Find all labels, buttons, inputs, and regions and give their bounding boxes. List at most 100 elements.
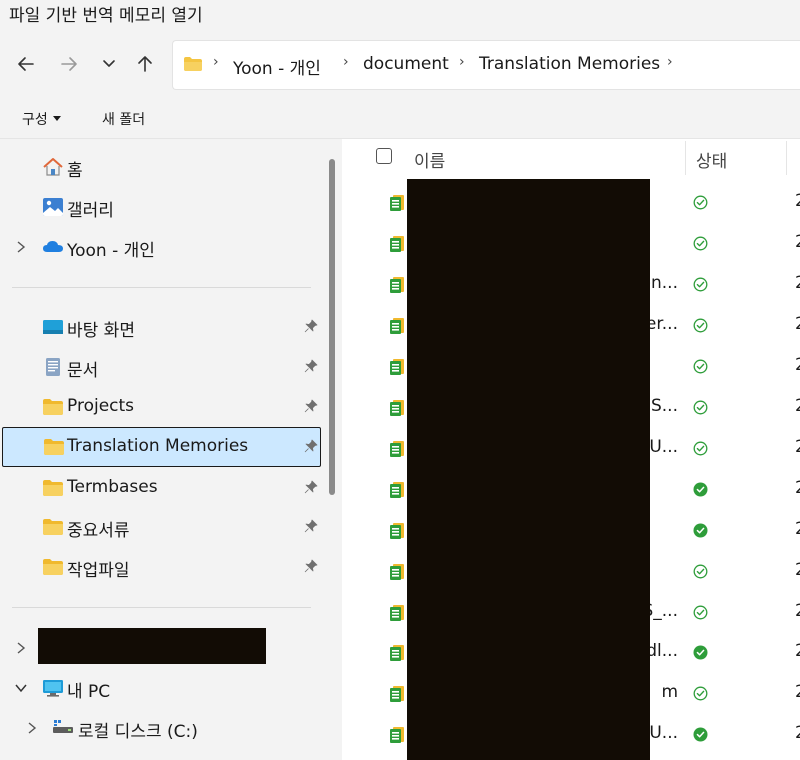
sidebar-item-onedrive[interactable]: Yoon - 개인 xyxy=(0,228,320,266)
sidebar-item-projects[interactable]: Projects xyxy=(0,388,320,426)
breadcrumb-translation-memories[interactable]: Translation Memories xyxy=(479,54,660,74)
redaction-block xyxy=(38,628,266,664)
file-date: 2 xyxy=(795,396,800,416)
redaction-block xyxy=(407,179,650,760)
forward-arrow-icon xyxy=(61,57,77,71)
pin-icon[interactable] xyxy=(304,480,318,494)
available-icon xyxy=(693,195,708,210)
folder-icon xyxy=(43,559,63,575)
available-icon xyxy=(693,359,708,374)
file-date: 2 xyxy=(795,314,800,334)
sidebar-item-local-disk[interactable]: 로컬 디스크 (C:) xyxy=(0,709,320,747)
available-icon xyxy=(693,236,708,251)
folder-icon xyxy=(43,480,63,496)
folder-icon xyxy=(43,519,63,535)
column-status[interactable]: 상태 xyxy=(696,147,727,172)
file-date: 2 xyxy=(795,641,800,661)
tm-file-icon xyxy=(388,563,406,581)
sidebar-item-gallery[interactable]: 갤러리 xyxy=(0,188,320,226)
file-open-dialog: 파일 기반 번역 메모리 열기 › Yoon - 개인 › document ›… xyxy=(0,0,800,760)
tm-file-icon xyxy=(388,685,406,703)
tm-file-icon xyxy=(388,194,406,212)
sidebar-item-documents[interactable]: 문서 xyxy=(0,348,320,386)
recent-locations-button[interactable] xyxy=(97,52,121,76)
breadcrumb-document[interactable]: document xyxy=(363,54,449,74)
navigation-bar: › Yoon - 개인 › document › Translation Mem… xyxy=(0,30,800,98)
tm-file-icon xyxy=(388,644,406,662)
pin-icon[interactable] xyxy=(304,439,318,453)
always-available-icon xyxy=(693,727,708,742)
always-available-icon xyxy=(693,482,708,497)
chevron-right-icon[interactable]: › xyxy=(343,54,349,70)
breadcrumb-yoon[interactable]: Yoon - 개인 xyxy=(233,54,321,79)
sidebar-item-label: 로컬 디스크 (C:) xyxy=(78,722,198,742)
file-date: 2 xyxy=(795,437,800,457)
tm-file-icon xyxy=(388,604,406,622)
sidebar-divider xyxy=(12,607,311,608)
forward-button[interactable] xyxy=(57,52,81,76)
always-available-icon xyxy=(693,645,708,660)
file-date: 2 xyxy=(795,191,800,211)
tm-file-icon xyxy=(388,276,406,294)
sidebar-item-desktop[interactable]: 바탕 화면 xyxy=(0,308,320,346)
pin-icon[interactable] xyxy=(304,399,318,413)
available-icon xyxy=(693,686,708,701)
sidebar-item-translation-memories[interactable]: Translation Memories xyxy=(2,427,321,467)
file-date: 2 xyxy=(795,682,800,702)
sidebar-item-label: 내 PC xyxy=(67,682,111,702)
sidebar-item-label: Translation Memories xyxy=(67,436,249,456)
folder-icon xyxy=(44,439,64,455)
available-icon xyxy=(693,441,708,456)
chevron-right-icon[interactable] xyxy=(15,239,27,255)
tm-file-icon xyxy=(388,317,406,335)
file-date: 2 xyxy=(795,273,800,293)
file-date: 2 xyxy=(795,478,800,498)
up-button[interactable] xyxy=(133,52,157,76)
address-bar[interactable]: › Yoon - 개인 › document › Translation Mem… xyxy=(172,40,800,90)
chevron-right-icon[interactable]: › xyxy=(459,54,465,70)
tm-file-icon xyxy=(388,440,406,458)
title-bar: 파일 기반 번역 메모리 열기 xyxy=(0,0,800,30)
chevron-right-icon[interactable]: › xyxy=(667,54,673,70)
sidebar-item-home[interactable]: 홈 xyxy=(0,148,320,186)
column-name[interactable]: 이름 xyxy=(414,147,445,172)
sidebar-item-label: 갤러리 xyxy=(67,201,114,221)
sidebar-item-label: 중요서류 xyxy=(67,521,130,541)
chevron-down-icon[interactable] xyxy=(15,680,27,696)
organize-button[interactable]: 구성 xyxy=(22,109,61,129)
always-available-icon xyxy=(693,523,708,538)
desktop-icon xyxy=(43,320,63,334)
available-icon xyxy=(693,605,708,620)
available-icon xyxy=(693,277,708,292)
pin-icon[interactable] xyxy=(304,359,318,373)
sidebar-item-label: Projects xyxy=(67,396,135,416)
sidebar-divider xyxy=(12,287,311,288)
file-date: 2 xyxy=(795,560,800,580)
select-all-checkbox[interactable] xyxy=(376,148,392,164)
chevron-right-icon: › xyxy=(213,54,219,70)
sidebar-item-work-files[interactable]: 작업파일 xyxy=(0,548,320,586)
tm-file-icon xyxy=(388,522,406,540)
sidebar-item-important-docs[interactable]: 중요서류 xyxy=(0,508,320,546)
pin-icon[interactable] xyxy=(304,559,318,573)
sidebar-item-this-pc[interactable]: 내 PC xyxy=(0,669,320,707)
pin-icon[interactable] xyxy=(304,319,318,333)
folder-icon xyxy=(43,399,63,415)
sidebar-item-redacted[interactable] xyxy=(0,628,320,667)
chevron-right-icon[interactable] xyxy=(26,720,38,736)
sidebar-scrollbar[interactable] xyxy=(329,159,335,495)
file-date: 2 xyxy=(795,519,800,539)
new-folder-button[interactable]: 새 폴더 xyxy=(102,109,145,129)
back-arrow-icon xyxy=(18,57,34,71)
tm-file-icon xyxy=(388,726,406,744)
back-button[interactable] xyxy=(14,52,38,76)
column-divider[interactable] xyxy=(685,141,686,175)
chevron-right-icon[interactable] xyxy=(15,640,27,656)
pin-icon[interactable] xyxy=(304,519,318,533)
column-divider[interactable] xyxy=(786,141,787,175)
home-icon xyxy=(43,158,63,176)
caret-down-icon xyxy=(52,116,61,121)
file-date: 2 xyxy=(795,232,800,252)
sidebar-item-termbases[interactable]: Termbases xyxy=(0,469,320,507)
sidebar-item-label: 홈 xyxy=(67,161,83,181)
